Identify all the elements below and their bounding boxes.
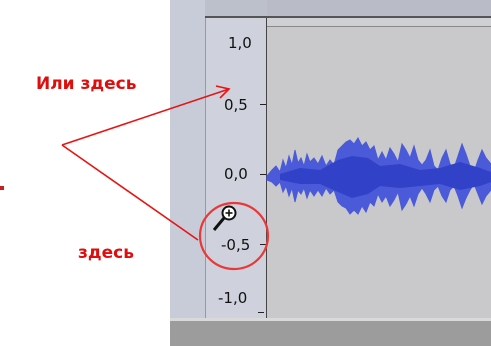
magnifier-plus-icon xyxy=(212,205,237,231)
screenshot-stage: 1,0 0,5 0,0 -0,5 -1,0 Или здесь здесь xyxy=(0,0,491,346)
arrow-line-bottom xyxy=(61,144,199,241)
arrow-line-top xyxy=(61,88,230,146)
annotation-overlay xyxy=(61,85,491,271)
waveform xyxy=(266,137,491,215)
annotation-arrows xyxy=(61,85,231,241)
